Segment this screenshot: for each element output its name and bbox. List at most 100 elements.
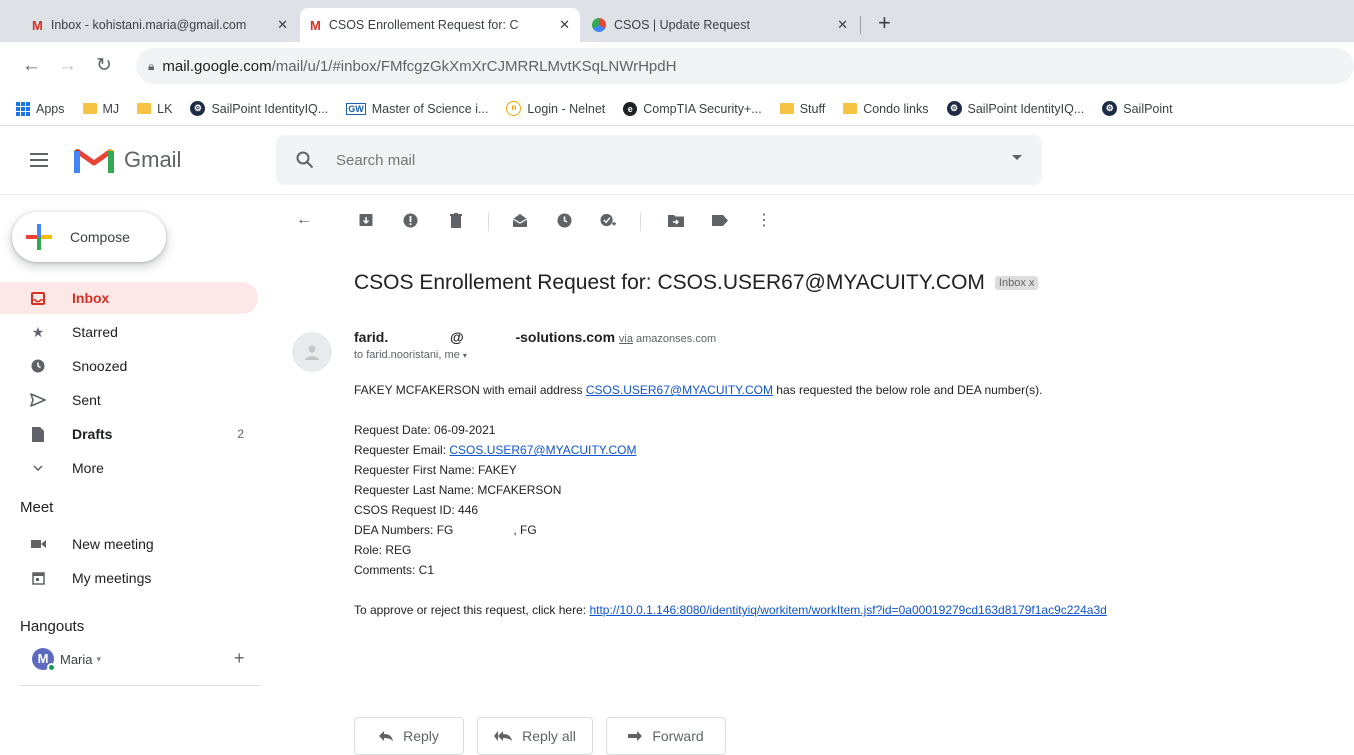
bookmark-label: CompTIA Security+... [643, 101, 762, 116]
sender-name[interactable]: farid. [354, 329, 388, 345]
forward-arrow-icon[interactable]: → [58, 56, 77, 76]
bookmark-label: SailPoint IdentityIQ... [211, 101, 329, 116]
gmail-wordmark: Gmail [124, 147, 182, 172]
archive-icon[interactable] [358, 212, 374, 228]
sender-domain: -solutions.com [515, 329, 616, 345]
remove-label-icon[interactable]: x [1029, 277, 1035, 289]
sidebar-item-starred[interactable]: ★ Starred [0, 316, 258, 348]
gmail-logo[interactable]: Gmail [74, 145, 181, 175]
folder-icon [82, 103, 97, 114]
inbox-label-chip[interactable]: Inbox x [994, 276, 1039, 290]
search-input[interactable] [336, 151, 936, 169]
requester-first-name: Requester First Name: FAKEY [354, 463, 517, 477]
mark-unread-icon[interactable] [512, 212, 528, 228]
bookmark-label: Master of Science i... [371, 101, 489, 116]
toolbar-divider [488, 213, 489, 231]
request-date: Request Date: 06-09-2021 [354, 423, 496, 437]
bookmark-item[interactable]: n Login - Nelnet [506, 101, 605, 116]
report-spam-icon[interactable] [402, 212, 418, 228]
search-options-icon[interactable] [1012, 155, 1022, 160]
comptia-icon: e [623, 101, 638, 116]
sidebar-item-sent[interactable]: Sent [0, 384, 258, 416]
add-task-icon[interactable] [600, 212, 616, 228]
requester-email-link[interactable]: CSOS.USER67@MYACUITY.COM [586, 383, 773, 397]
hangouts-user[interactable]: M Maria ▾ [32, 648, 102, 672]
requester-email-link[interactable]: CSOS.USER67@MYACUITY.COM [449, 443, 636, 457]
tab-csos-update[interactable]: CSOS | Update Request ✕ [582, 8, 858, 42]
snooze-icon[interactable] [556, 212, 572, 228]
bookmark-item[interactable]: GW Master of Science i... [346, 102, 488, 116]
tab-inbox[interactable]: M Inbox - kohistani.maria@gmail.com ✕ [22, 8, 298, 42]
meet-item-label: New meeting [72, 536, 154, 552]
move-to-icon[interactable] [668, 212, 684, 228]
sidebar-item-label: Snoozed [72, 358, 128, 374]
gw-icon: GW [346, 102, 366, 115]
label-icon[interactable] [712, 212, 728, 228]
back-arrow-icon[interactable]: ← [22, 56, 41, 76]
main-menu-icon[interactable] [30, 153, 48, 171]
via-text: via amazonses.com [618, 333, 717, 345]
sidebar-item-inbox[interactable]: Inbox [0, 282, 258, 314]
lock-icon[interactable]: 🔒︎ [148, 59, 154, 74]
recipients-line[interactable]: to farid.nooristani, me ▾ [354, 349, 467, 361]
folder-icon [137, 103, 152, 114]
gmail-icon: M [310, 17, 321, 33]
sidebar-item-snoozed[interactable]: Snoozed [0, 350, 258, 382]
bookmark-item[interactable]: LK [137, 102, 172, 116]
dea-numbers: DEA Numbers: FG, FG [354, 520, 1344, 540]
close-icon[interactable]: ✕ [837, 17, 848, 33]
search-icon[interactable] [296, 151, 314, 169]
sidebar: Compose Inbox ★ Starred Snoozed Sent Dra… [0, 196, 270, 754]
reply-all-icon [494, 728, 513, 744]
sender-avatar[interactable] [292, 332, 332, 372]
star-icon: ★ [31, 323, 45, 340]
bookmark-item[interactable]: MJ [82, 102, 119, 116]
bookmark-item[interactable]: ⚙ SailPoint [1102, 101, 1173, 116]
address-bar[interactable]: 🔒︎ mail.google.com /mail/u/1/#inbox/FMfc… [136, 48, 1354, 84]
tab-csos-email[interactable]: M CSOS Enrollement Request for: C ✕ [300, 8, 580, 42]
bookmark-item[interactable]: Condo links [843, 102, 929, 116]
search-bar[interactable] [276, 135, 1042, 185]
bookmark-item[interactable]: e CompTIA Security+... [623, 101, 762, 116]
reply-button[interactable]: Reply [354, 717, 464, 755]
reload-icon[interactable]: ↻ [96, 56, 112, 76]
add-icon[interactable]: + [234, 648, 245, 669]
subject-text: CSOS Enrollement Request for: CSOS.USER6… [354, 271, 985, 294]
forward-button[interactable]: Forward [606, 717, 726, 755]
meet-my-meetings[interactable]: My meetings [0, 562, 258, 594]
message-toolbar: ← ⋮ [290, 207, 1354, 237]
bookmark-item[interactable]: ⚙ SailPoint IdentityIQ... [946, 101, 1084, 116]
close-icon[interactable]: ✕ [277, 17, 288, 33]
calendar-icon [30, 570, 46, 586]
sidebar-item-drafts[interactable]: Drafts 2 [0, 418, 258, 450]
nelnet-icon: n [506, 101, 522, 116]
caret-down-icon[interactable]: ▾ [97, 654, 102, 665]
bookmark-item[interactable]: Apps [16, 101, 65, 116]
bookmark-item[interactable]: ⚙ SailPoint IdentityIQ... [190, 101, 328, 116]
more-options-icon[interactable]: ⋮ [756, 212, 772, 229]
sidebar-item-label: More [72, 460, 104, 476]
approve-link[interactable]: http://10.0.1.146:8080/identityiq/workit… [589, 603, 1106, 617]
intro-paragraph: FAKEY MCFAKERSON with email address CSOS… [354, 383, 1043, 397]
new-tab-button[interactable]: + [878, 12, 891, 34]
compose-label: Compose [70, 229, 130, 245]
close-icon[interactable]: ✕ [559, 17, 570, 33]
compose-button[interactable]: Compose [12, 212, 166, 262]
delete-icon[interactable] [448, 212, 464, 228]
sidebar-item-label: Starred [72, 324, 118, 340]
gmail-m-icon [74, 148, 114, 173]
email-subject: CSOS Enrollement Request for: CSOS.USER6… [354, 271, 1039, 295]
tab-divider [860, 16, 861, 34]
meet-new-meeting[interactable]: New meeting [0, 528, 258, 560]
reply-icon [379, 728, 394, 744]
caret-down-icon[interactable]: ▾ [463, 351, 467, 360]
bookmark-item[interactable]: Stuff [779, 102, 825, 116]
csos-icon [592, 18, 606, 32]
sidebar-item-label: Sent [72, 392, 101, 408]
meet-section-title: Meet [20, 499, 54, 516]
sidebar-item-more[interactable]: More [0, 452, 258, 484]
reply-all-button[interactable]: Reply all [477, 717, 593, 755]
sailpoint-icon: ⚙ [190, 101, 206, 116]
sidebar-item-label: Inbox [72, 290, 110, 306]
back-arrow-icon[interactable]: ← [296, 211, 312, 228]
